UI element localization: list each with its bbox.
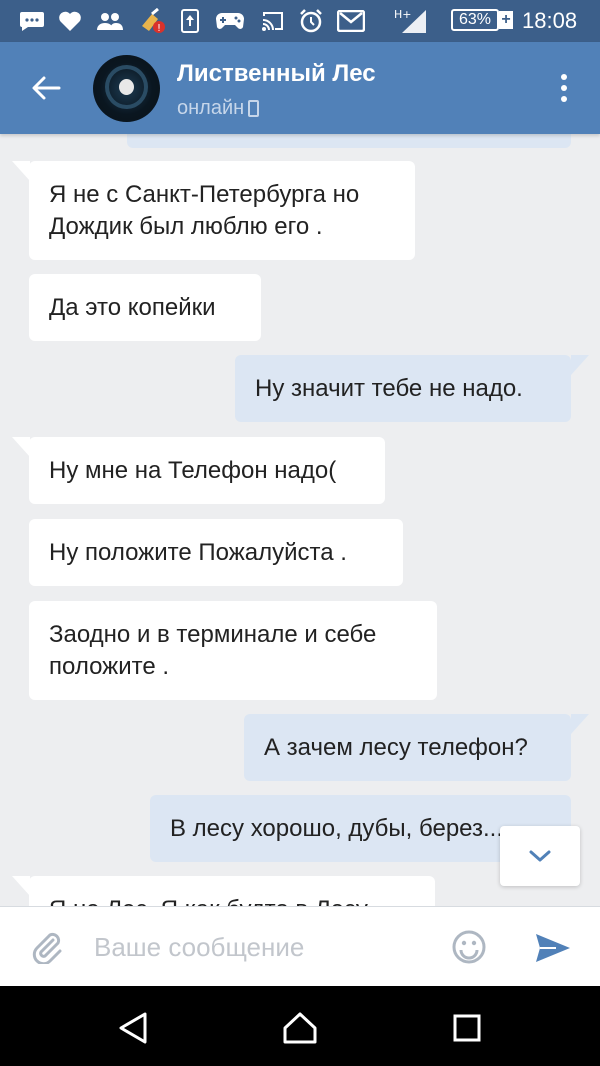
- alarm-icon: [298, 9, 324, 33]
- bubble-tail: [12, 876, 30, 896]
- chat-header: Лиственный Лес онлайн: [0, 42, 600, 134]
- message-text: Ну мне на Телефон надо(: [49, 456, 337, 484]
- message-text: А зачем лесу телефон?: [264, 733, 528, 761]
- message-text: Я не с Санкт-Петербурга но Дождик был лю…: [49, 180, 360, 240]
- message-composer: [0, 906, 600, 986]
- clock: 18:08: [522, 8, 578, 33]
- charging-icon: +: [499, 11, 513, 29]
- send-icon: [536, 934, 570, 962]
- message-text: Заодно и в терминале и себе положите .: [49, 620, 377, 680]
- chat-status: онлайн: [177, 96, 260, 120]
- home-icon: [283, 1012, 317, 1044]
- message-bubble-incoming[interactable]: Ну положите Пожалуйста .: [29, 519, 403, 586]
- emoji-button[interactable]: [450, 928, 488, 966]
- bubble-tail: [12, 437, 30, 457]
- bubble-tail: [571, 355, 589, 375]
- gmail-icon: [336, 9, 366, 33]
- message-bubble-incoming[interactable]: Я не с Санкт-Петербурга но Дождик был лю…: [29, 161, 415, 260]
- message-bubble-outgoing[interactable]: Ну значит тебе не надо.: [235, 355, 571, 422]
- people-icon: [95, 9, 125, 33]
- dot-icon: [561, 96, 567, 102]
- more-options-button[interactable]: [548, 68, 580, 108]
- attach-button[interactable]: [26, 927, 66, 967]
- message-text: В лесу хорошо, дубы, берез...: [170, 814, 504, 842]
- message-bubble-incoming[interactable]: Заодно и в терминале и себе положите .: [29, 601, 437, 700]
- svg-text:!: !: [157, 23, 161, 34]
- sim-upload-icon: [180, 9, 200, 33]
- nav-home-button[interactable]: [278, 1006, 322, 1050]
- paperclip-icon: [32, 932, 62, 964]
- mobile-icon: [248, 99, 260, 117]
- network-type: H+: [394, 8, 412, 21]
- scroll-to-bottom-button[interactable]: [500, 826, 580, 886]
- avatar-face: [119, 79, 134, 95]
- message-input[interactable]: [82, 923, 432, 971]
- avatar[interactable]: [93, 55, 160, 122]
- message-bubble-outgoing[interactable]: [127, 134, 571, 148]
- signal-icon: H+: [392, 8, 428, 33]
- message-text: Я не Лес. Я как будто в Лесу: [49, 894, 368, 906]
- message-text: Ну положите Пожалуйста .: [49, 538, 347, 566]
- message-icon: [18, 9, 46, 33]
- dot-icon: [561, 74, 567, 80]
- message-text: Ну значит тебе не надо.: [255, 374, 523, 402]
- message-bubble-incoming[interactable]: Ну мне на Телефон надо(: [29, 437, 385, 504]
- arrow-left-icon: [32, 76, 61, 100]
- send-button[interactable]: [530, 929, 576, 967]
- square-recents-icon: [453, 1014, 481, 1042]
- message-list[interactable]: Я не с Санкт-Петербурга но Дождик был лю…: [0, 134, 600, 906]
- heart-icon: [57, 9, 83, 33]
- nav-recents-button[interactable]: [445, 1006, 489, 1050]
- message-bubble-incoming[interactable]: Да это копейки: [29, 274, 261, 341]
- system-navigation-bar: [0, 986, 600, 1066]
- gamepad-icon: [215, 9, 245, 33]
- status-bar: ! H+ 63% + 18:08: [0, 0, 600, 42]
- cast-icon: [260, 9, 286, 33]
- smiley-icon: [452, 930, 486, 964]
- back-button[interactable]: [22, 68, 70, 108]
- broom-icon: !: [137, 8, 167, 34]
- message-text: Да это копейки: [49, 293, 216, 321]
- bubble-tail: [571, 714, 589, 734]
- message-bubble-incoming[interactable]: Я не Лес. Я как будто в Лесу: [29, 876, 435, 906]
- bubble-tail: [12, 161, 30, 181]
- chevron-down-icon: [529, 850, 551, 862]
- triangle-back-icon: [119, 1012, 147, 1044]
- dot-icon: [561, 85, 567, 91]
- chat-title[interactable]: Лиственный Лес: [177, 60, 376, 88]
- online-status-text: онлайн: [177, 97, 245, 119]
- battery-indicator: 63%: [451, 9, 499, 31]
- message-bubble-outgoing[interactable]: А зачем лесу телефон?: [244, 714, 571, 781]
- nav-back-button[interactable]: [111, 1006, 155, 1050]
